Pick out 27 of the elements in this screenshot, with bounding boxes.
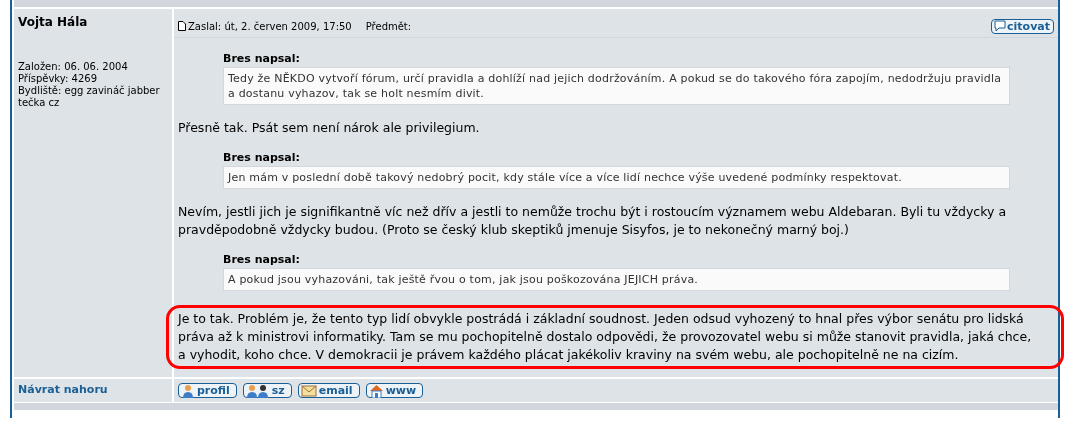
person-icon [181, 383, 195, 398]
email-button[interactable]: email [297, 383, 360, 398]
author-detail: Bydliště: egg zavináč jabber tečka cz [18, 85, 161, 109]
www-button[interactable]: www [365, 383, 424, 398]
speech-bubble-icon [994, 20, 1007, 32]
author-name: Vojta Hála [18, 15, 89, 29]
quote-text: Jen mám v poslední době takový nedobrý pocit, kdy stále více a více lidí nechce výše uvedené podmínky respektovat. [223, 166, 1010, 189]
subject-label: Předmět: [365, 20, 412, 32]
author-detail: Založen: 06. 06. 2004 [18, 61, 129, 73]
people-icon [245, 383, 270, 398]
page-icon [178, 21, 186, 31]
author-detail: Příspěvky: 4269 [18, 73, 97, 85]
post-paragraph: Je to tak. Problém je, že tento typ lidí obvykle postrádá i základní soudnost. Jeden odsud vyhozený to hnal přes výbor senátu pro lidská práva až k ministrovi informatiky. Tam se mu pochopitelně dostalo odpovědi, že provozovatel webu si může stanovit pravidla, jaká chce, a vyhodit, koho chce. V demokracii je právem každého plácat jakékoliv kraviny na svém webu, ale pochopitelně ne na cizím. [178, 310, 1033, 364]
quote-button[interactable]: citovat [991, 18, 1054, 34]
envelope-icon [300, 384, 317, 397]
pm-button[interactable]: sz [242, 383, 292, 398]
quote-author: Bres napsal: [223, 253, 301, 266]
post-date: Zaslal: út, 2. červen 2009, 17:50 [188, 20, 352, 32]
profile-button[interactable]: profil [178, 383, 237, 398]
quote-author: Bres napsal: [223, 52, 301, 65]
house-icon [368, 383, 384, 398]
post-paragraph: Nevím, jestli jich je signifikantně víc než dřív a jestli to nemůže trochu být i rostoucím významem webu Aldebaran. Byli tu vždycky a pravděpodobně vždycky budou. (Proto se český klub skeptiků jmenuje Sisyfos, je to nekonečný marný boj.) [178, 203, 1008, 239]
quote-text: A pokud jsou vyhazováni, tak ještě řvou o tom, jak jsou poškozována JEJICH práva. [223, 268, 1010, 291]
quote-author: Bres napsal: [223, 151, 301, 164]
back-to-top-link[interactable]: Návrat nahoru [14, 379, 172, 400]
quote-text: Tedy že NĚKDO vytvoří fórum, určí pravidla a dohlíží nad jejich dodržováním. A pokud se do takového fóra zapojím, nedodržuju pravidla a dostanu vyhazov, tak se holt nesmím divit. [223, 67, 1010, 105]
post-paragraph: Přesně tak. Psát sem není nárok ale privilegium. [178, 119, 481, 137]
